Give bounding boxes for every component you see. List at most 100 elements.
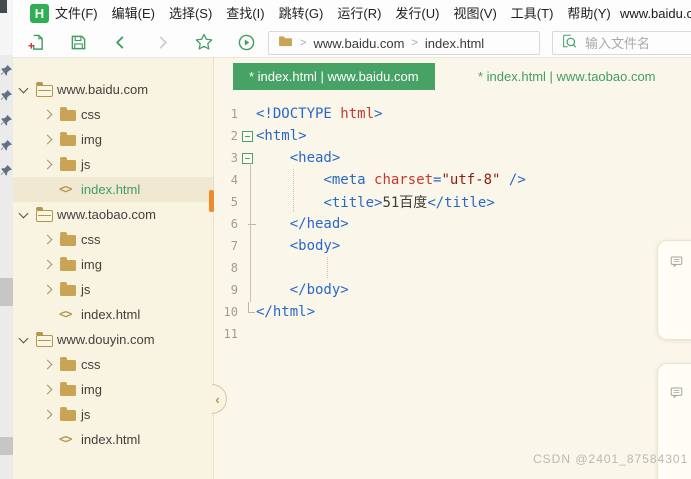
menu-item-7[interactable]: 视图(V)	[453, 0, 496, 27]
code-line: 5 <title>51百度</title>	[213, 191, 691, 213]
code-text: <html>	[256, 128, 307, 144]
back-icon[interactable]	[110, 32, 130, 52]
tree-item-css[interactable]: css	[13, 352, 213, 377]
chevron-right-icon[interactable]	[43, 110, 53, 120]
breadcrumb-item-project[interactable]: www.baidu.com	[313, 36, 404, 51]
line-number[interactable]: 2	[213, 129, 238, 143]
folder-icon	[60, 135, 76, 146]
chevron-right-icon[interactable]	[43, 385, 53, 395]
breadcrumb-item-file[interactable]: index.html	[425, 36, 484, 51]
code-segment: <!DOCTYPE	[256, 106, 340, 122]
tree-item-js[interactable]: js	[13, 402, 213, 427]
code-line: 3 <head>	[213, 147, 691, 169]
code-text: <meta charset="utf-8" />	[256, 172, 526, 188]
tree-item-www.taobao.com[interactable]: www.taobao.com	[13, 202, 213, 227]
menu-item-1[interactable]: 编辑(E)	[112, 0, 155, 27]
floating-widget-card[interactable]	[657, 240, 691, 340]
tree-item-js[interactable]: js	[13, 152, 213, 177]
editor-tab-1[interactable]: * index.html | www.taobao.com	[462, 63, 672, 90]
tree-item-label: css	[81, 102, 101, 127]
tree-item-index.html[interactable]: <>index.html	[13, 427, 213, 452]
code-segment: 51百度	[382, 195, 427, 211]
tree-item-www.douyin.com[interactable]: www.douyin.com	[13, 327, 213, 352]
code-line: 2 <html>	[213, 125, 691, 147]
code-segment: </head>	[290, 216, 349, 232]
line-number[interactable]: 9	[213, 283, 238, 297]
line-number[interactable]: 7	[213, 239, 238, 253]
chevron-right-icon[interactable]	[43, 410, 53, 420]
line-number[interactable]: 10	[213, 305, 238, 319]
code-segment	[256, 216, 290, 232]
tree-item-label: index.html	[81, 177, 140, 202]
csdn-watermark: CSDN @2401_87584301	[533, 452, 688, 466]
menu-item-9[interactable]: 帮助(Y)	[567, 0, 610, 27]
chevron-down-icon[interactable]	[19, 209, 29, 219]
tree-item-index.html[interactable]: <>index.html	[13, 302, 213, 327]
tree-item-img[interactable]: img	[13, 252, 213, 277]
code-segment	[256, 238, 290, 254]
code-text: <body>	[256, 238, 340, 254]
code-segment	[256, 150, 290, 166]
file-search-box[interactable]	[552, 31, 691, 55]
chevron-left-icon: ‹	[215, 392, 219, 407]
fold-gutter[interactable]	[238, 224, 256, 225]
chevron-right-icon[interactable]	[43, 260, 53, 270]
fold-collapse-icon[interactable]	[242, 131, 253, 142]
new-file-icon[interactable]	[26, 32, 46, 52]
folder-icon	[60, 410, 76, 421]
folder-icon	[60, 160, 76, 171]
fold-gutter[interactable]	[238, 131, 256, 142]
line-number[interactable]: 8	[213, 261, 238, 275]
breadcrumb: > www.baidu.com > index.html	[268, 31, 540, 55]
star-icon[interactable]	[194, 32, 214, 52]
tree-item-label: css	[81, 227, 101, 252]
chevron-right-icon[interactable]	[43, 135, 53, 145]
menu-item-8[interactable]: 工具(T)	[511, 0, 554, 27]
menu-item-0[interactable]: 文件(F)	[55, 0, 98, 27]
code-line: 4 <meta charset="utf-8" />	[213, 169, 691, 191]
breadcrumb-separator: >	[411, 37, 417, 49]
save-icon[interactable]	[68, 32, 88, 52]
folder-icon	[60, 360, 76, 371]
pushpin-icon	[0, 114, 13, 127]
chevron-down-icon[interactable]	[19, 334, 29, 344]
tree-item-js[interactable]: js	[13, 277, 213, 302]
chevron-right-icon[interactable]	[43, 235, 53, 245]
chevron-right-icon[interactable]	[43, 360, 53, 370]
menu-item-3[interactable]: 查找(I)	[226, 0, 264, 27]
menu-item-4[interactable]: 跳转(G)	[279, 0, 324, 27]
tree-item-www.baidu.com[interactable]: www.baidu.com	[13, 77, 213, 102]
indent-guide	[327, 257, 328, 278]
sidebar-collapse-handle[interactable]: ‹	[212, 384, 227, 414]
chevron-right-icon[interactable]	[43, 285, 53, 295]
line-number[interactable]: 4	[213, 173, 238, 187]
tree-item-label: img	[81, 127, 102, 152]
fold-gutter[interactable]	[238, 153, 256, 164]
search-input[interactable]	[585, 36, 685, 51]
line-number[interactable]: 3	[213, 151, 238, 165]
tree-item-img[interactable]: img	[13, 127, 213, 152]
chevron-right-icon[interactable]	[43, 160, 53, 170]
tree-item-index.html[interactable]: <>index.html	[13, 177, 213, 202]
forward-icon[interactable]	[152, 32, 172, 52]
html-file-icon: <>	[59, 427, 71, 452]
menu-item-5[interactable]: 运行(R)	[337, 0, 381, 27]
editor-tab-0[interactable]: * index.html | www.baidu.com	[233, 63, 435, 90]
line-number[interactable]: 1	[213, 107, 238, 121]
tree-item-css[interactable]: css	[13, 102, 213, 127]
fold-gutter[interactable]	[238, 312, 256, 313]
menu-item-2[interactable]: 选择(S)	[169, 0, 212, 27]
tree-item-css[interactable]: css	[13, 227, 213, 252]
run-icon[interactable]	[236, 32, 256, 52]
tree-item-label: js	[81, 277, 90, 302]
menu-item-6[interactable]: 发行(U)	[395, 0, 439, 27]
line-number[interactable]: 6	[213, 217, 238, 231]
tree-item-img[interactable]: img	[13, 377, 213, 402]
line-number[interactable]: 11	[213, 327, 238, 341]
chevron-down-icon[interactable]	[19, 84, 29, 94]
code-line: 7 <body>	[213, 235, 691, 257]
code-segment	[256, 172, 323, 188]
fold-collapse-icon[interactable]	[242, 153, 253, 164]
line-number[interactable]: 5	[213, 195, 238, 209]
fold-end	[248, 302, 255, 313]
